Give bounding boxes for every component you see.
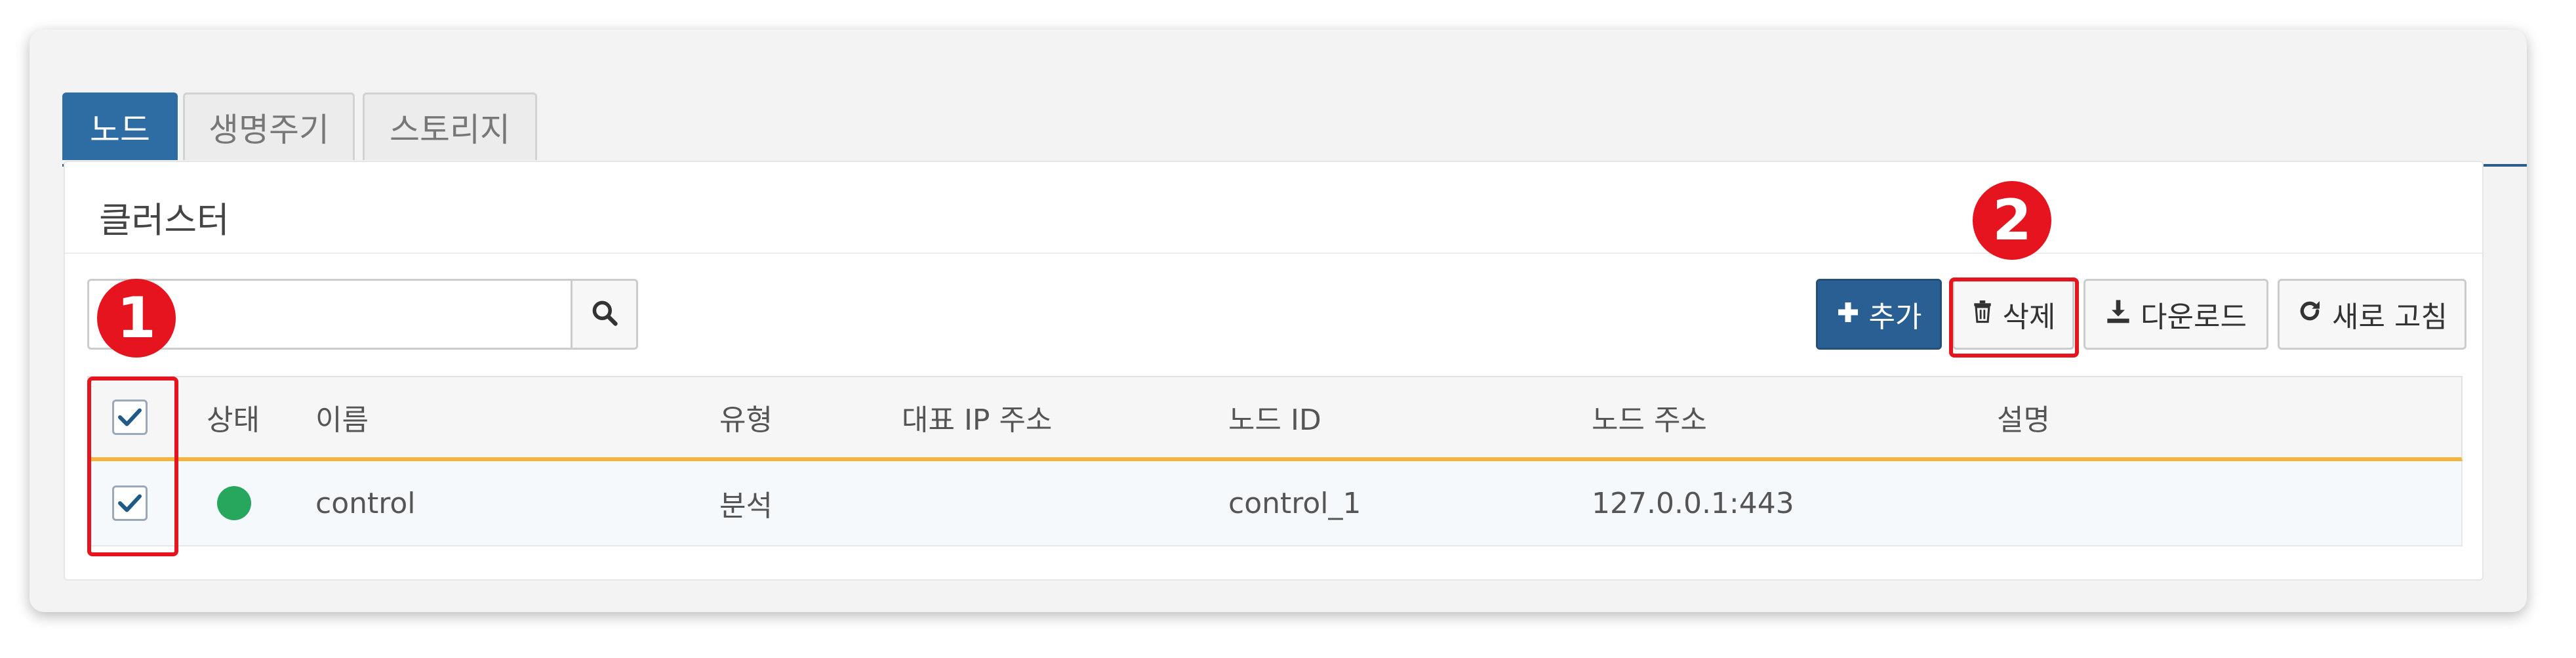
column-header-status[interactable]: 상태: [207, 377, 260, 457]
refresh-button[interactable]: 새로 고침: [2278, 279, 2466, 350]
download-button[interactable]: 다운로드: [2083, 279, 2268, 350]
tab-nodes[interactable]: 노드: [62, 93, 178, 160]
type-cell: 분석: [719, 489, 773, 523]
column-header-node-address[interactable]: 노드 주소: [1592, 377, 1707, 457]
tab-lifecycle[interactable]: 생명주기: [183, 93, 355, 160]
column-header-name[interactable]: 이름: [315, 377, 369, 457]
status-online-icon: [217, 486, 251, 520]
tab-storage[interactable]: 스토리지: [363, 93, 537, 160]
node-id-cell: control_1: [1228, 486, 1361, 520]
cluster-panel: 클러스터 추가 삭제 다운로드 새로 고침 상태 이름 유형 대표 IP 주소 …: [64, 161, 2484, 581]
plus-icon: [1836, 298, 1860, 331]
app-window: 노드 생명주기 스토리지 클러스터 추가 삭제 다운로드 새로 고침 상태 이름…: [30, 30, 2527, 612]
column-header-ip[interactable]: 대표 IP 주소: [902, 377, 1052, 457]
checkbox-highlight-box: [87, 377, 178, 556]
column-header-node-id[interactable]: 노드 ID: [1228, 377, 1321, 457]
column-header-type[interactable]: 유형: [719, 377, 773, 457]
search-icon: [590, 298, 619, 330]
table-header: 상태 이름 유형 대표 IP 주소 노드 ID 노드 주소 설명: [87, 376, 2463, 461]
name-cell: control: [315, 486, 416, 520]
status-cell: [217, 461, 251, 545]
step-1-badge: 1: [97, 279, 176, 358]
panel-divider: [65, 253, 2482, 254]
delete-highlight-box: [1949, 278, 2079, 358]
search-button[interactable]: [573, 279, 638, 350]
refresh-icon: [2297, 298, 2323, 331]
panel-title: 클러스터: [99, 199, 230, 241]
add-button[interactable]: 추가: [1816, 279, 1942, 350]
table-row[interactable]: control 분석 control_1 127.0.0.1:443: [87, 461, 2463, 546]
tab-bar: 노드 생명주기 스토리지: [62, 61, 2527, 167]
download-icon: [2105, 298, 2131, 331]
step-2-badge: 2: [1973, 181, 2051, 260]
column-header-description[interactable]: 설명: [1997, 377, 2050, 457]
node-address-cell: 127.0.0.1:443: [1592, 486, 1794, 520]
